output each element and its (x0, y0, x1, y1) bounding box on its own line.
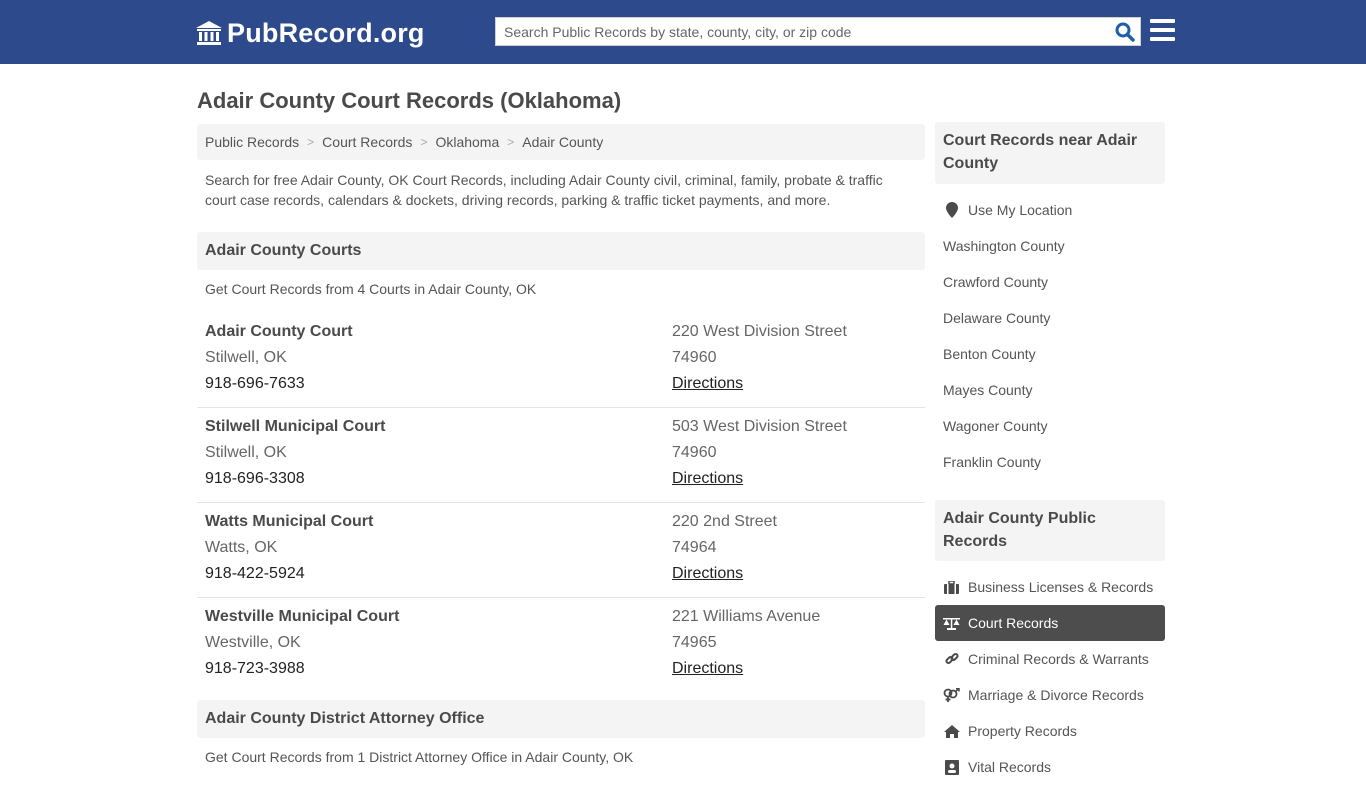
nearby-county-link[interactable]: Mayes County (935, 372, 1165, 408)
venus-mars-icon (943, 687, 960, 704)
breadcrumb: Public Records > Court Records > Oklahom… (197, 124, 925, 160)
sidebar-item-label: Business Licenses & Records (968, 579, 1154, 595)
court-city: Stilwell, OK (205, 349, 287, 366)
breadcrumb-separator: > (507, 135, 515, 149)
sidebar-item-court-records[interactable]: Court Records (935, 605, 1165, 641)
id-card-icon (943, 759, 960, 776)
courts-section-heading: Adair County Courts (197, 232, 925, 270)
courts-section-subtitle: Get Court Records from 4 Courts in Adair… (205, 281, 537, 297)
sidebar-item-label: Court Records (968, 615, 1059, 631)
page-title: Adair County Court Records (Oklahoma) (197, 88, 622, 113)
nearby-county-link[interactable]: Washington County (935, 228, 1165, 264)
balance-scale-icon (943, 615, 960, 632)
site-logo-link[interactable]: PubRecord.org (195, 17, 425, 49)
top-navbar: PubRecord.org (0, 0, 1366, 64)
court-address: 220 2nd Street (672, 513, 777, 530)
court-listing: Adair County Court Stilwell, OK 918-696-… (197, 313, 925, 408)
logo-text: PubRecord.org (227, 17, 425, 48)
breadcrumb-public-records[interactable]: Public Records (205, 134, 299, 150)
court-address: 503 West Division Street (672, 418, 847, 435)
court-phone[interactable]: 918-696-3308 (205, 466, 385, 492)
court-listing: Stilwell Municipal Court Stilwell, OK 91… (197, 408, 925, 503)
court-zip: 74960 (672, 349, 717, 366)
court-zip: 74964 (672, 539, 717, 556)
breadcrumb-separator: > (420, 135, 428, 149)
breadcrumb-court-records[interactable]: Court Records (322, 134, 412, 150)
nearby-county-link[interactable]: Crawford County (935, 264, 1165, 300)
court-name: Watts Municipal Court (205, 513, 374, 530)
nearby-county-link[interactable]: Franklin County (935, 444, 1165, 480)
court-listing: Watts Municipal Court Watts, OK 918-422-… (197, 503, 925, 598)
nearby-county-link[interactable]: Wagoner County (935, 408, 1165, 444)
court-name: Adair County Court (205, 323, 353, 340)
sidebar-item-property-records[interactable]: Property Records (935, 713, 1165, 749)
search-input[interactable] (496, 18, 1096, 45)
sidebar-item-label: Vital Records (968, 759, 1052, 775)
court-address: 220 West Division Street (672, 323, 847, 340)
nearby-county-link[interactable]: Delaware County (935, 300, 1165, 336)
court-phone[interactable]: 918-723-3988 (205, 656, 399, 682)
directions-link[interactable]: Directions (672, 375, 743, 392)
sidebar-item-label: Criminal Records & Warrants (968, 651, 1149, 667)
court-city: Watts, OK (205, 539, 278, 556)
da-section-heading: Adair County District Attorney Office (197, 700, 925, 738)
breadcrumb-oklahoma[interactable]: Oklahoma (435, 134, 499, 150)
court-name: Stilwell Municipal Court (205, 418, 386, 435)
link-icon (943, 651, 960, 668)
court-address: 221 Williams Avenue (672, 608, 821, 625)
map-marker-icon (943, 202, 960, 219)
sidebar-item-label: Marriage & Divorce Records (968, 687, 1144, 703)
nearby-courts-heading: Court Records near Adair County (935, 122, 1165, 184)
briefcase-icon (943, 579, 960, 596)
directions-link[interactable]: Directions (672, 470, 743, 487)
directions-link[interactable]: Directions (672, 660, 743, 677)
court-phone[interactable]: 918-422-5924 (205, 561, 373, 587)
public-records-heading: Adair County Public Records (935, 500, 1165, 561)
sidebar-item-business-licenses[interactable]: Business Licenses & Records (935, 569, 1165, 605)
use-my-location-link[interactable]: Use My Location (935, 192, 1165, 228)
courthouse-icon (196, 21, 222, 45)
sidebar-item-marriage-divorce[interactable]: Marriage & Divorce Records (935, 677, 1165, 713)
court-name: Westville Municipal Court (205, 608, 400, 625)
breadcrumb-separator: > (307, 135, 315, 149)
da-section-subtitle: Get Court Records from 1 District Attorn… (205, 749, 634, 765)
sidebar-item-criminal-records[interactable]: Criminal Records & Warrants (935, 641, 1165, 677)
search-icon[interactable] (1114, 21, 1136, 43)
directions-link[interactable]: Directions (672, 565, 743, 582)
court-listing: Westville Municipal Court Westville, OK … (197, 598, 925, 693)
breadcrumb-adair-county[interactable]: Adair County (522, 134, 603, 150)
nearby-county-link[interactable]: Benton County (935, 336, 1165, 372)
court-phone[interactable]: 918-696-7633 (205, 371, 353, 397)
home-icon (943, 723, 960, 740)
sidebar-item-label: Property Records (968, 723, 1077, 739)
use-my-location-label: Use My Location (968, 202, 1073, 218)
sidebar-item-vital-records[interactable]: Vital Records (935, 749, 1165, 785)
court-city: Stilwell, OK (205, 444, 287, 461)
hamburger-menu-icon[interactable] (1150, 19, 1175, 43)
court-zip: 74960 (672, 444, 717, 461)
intro-text: Search for free Adair County, OK Court R… (205, 172, 883, 208)
court-zip: 74965 (672, 634, 717, 651)
search-bar (495, 17, 1141, 46)
court-city: Westville, OK (205, 634, 301, 651)
